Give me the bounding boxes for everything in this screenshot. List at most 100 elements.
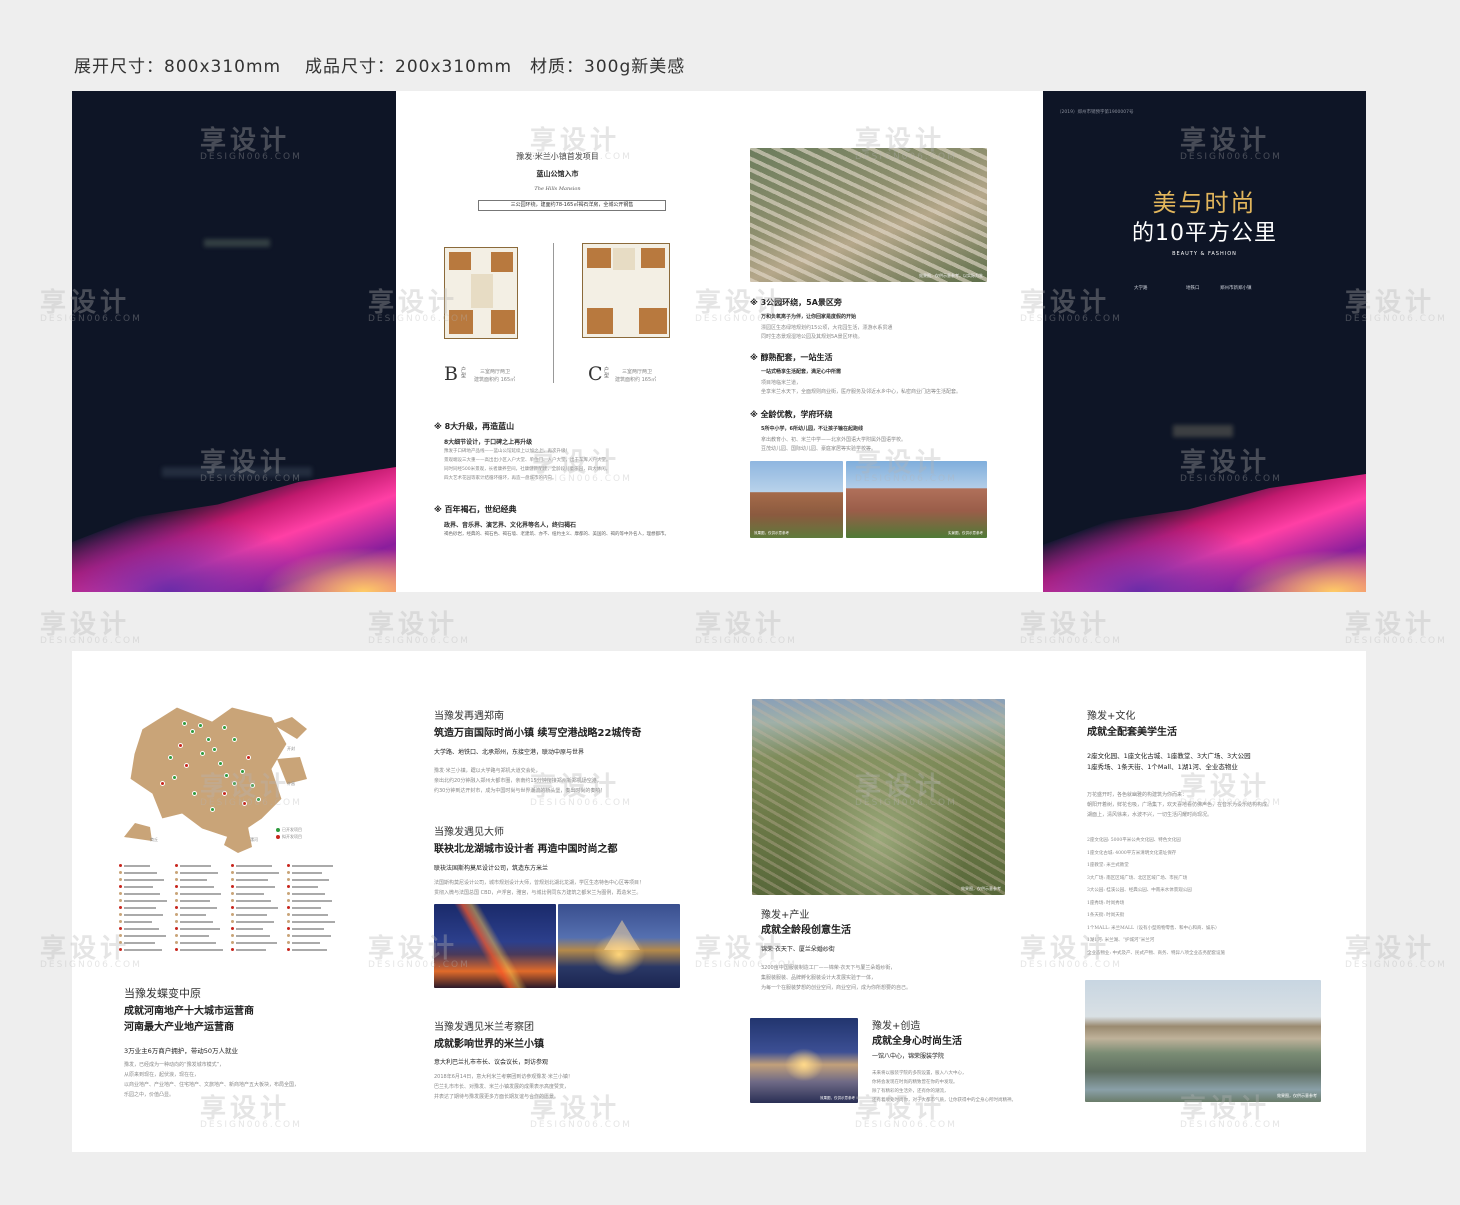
b2-s2-line1: 法国斯构莫尼设计公司，城市规划设计大师，曾规划北湖北龙湖，学区生态特色中心区等项… [434,880,645,886]
industry-panel: 效果图，仅供示意参考 豫发+产业 成就全龄段创意生活 锦荣·衣天下、厦兰朵婚纱街… [719,651,1043,1152]
project-list-entry [292,879,329,881]
project-list-dot [287,864,290,867]
project-list-dot [175,927,178,930]
legend-red-dot [276,835,280,839]
project-list-entry [292,928,324,930]
campus-photo-1: 效果图，仅供示意参考 [750,461,843,538]
map-dot-developed [172,775,177,780]
watermark-sub: DESIGN006.COM [855,474,957,484]
project-list-dot [175,871,178,874]
p3-sec1-title: ※ 3公园环绕，5A景区旁 [750,298,842,307]
project-list-entry [292,914,328,916]
project-list-entry [236,935,270,937]
project-list-dot [119,885,122,888]
plan-b-letter: B [444,363,458,385]
watermark-sub: DESIGN006.COM [530,798,632,808]
project-list-dot [175,892,178,895]
louvre-photo [558,904,680,988]
b4-lead-1: 2座文化园、1座文化古城、1座教堂、3大广场、3大公园 [1087,752,1251,760]
feather-art-cover [1043,474,1366,592]
b1-line2: 河南最大产业地产运营商 [124,1022,234,1033]
watermark-sub: DESIGN006.COM [1020,314,1122,324]
b4-item: 2座文化园: 5000平米公共文化园、特色文化园 [1087,838,1181,843]
project-list-entry [180,935,209,937]
watermark-sub: DESIGN006.COM [200,798,302,808]
b3-s2-line1: 未来将以服装学院的多院设置，服入八大中心， [872,1071,967,1076]
b2-s1-line1: 豫发·米兰小镇，踞以大学路与郑机大道交会处， [434,768,541,774]
cover-meta-2: 地铁口 [1186,286,1200,291]
plan-c-type: 户型 [604,367,610,379]
b2-s1-title: 当豫发再遇郑南 [434,711,504,722]
map-dot-developed [198,723,203,728]
cover-meta-3: 郑州市新郑小镇 [1220,286,1252,291]
b4-item: 1个MALL: 米兰MALL（设有小型购物零售、和中心和商、娱乐） [1087,925,1220,931]
watermark-sub: DESIGN006.COM [40,960,142,970]
project-list-entry [292,935,331,937]
map-dot-planned [222,791,227,796]
watermark-sub: DESIGN006.COM [855,1120,957,1130]
map-dot-developed [206,737,211,742]
top-sheet: 豫发·米兰小镇首发项目 蓝山公馆入市 The Hills Mansion 三公园… [72,91,1366,592]
project-list-entry [292,949,327,951]
map-dot-developed [222,725,227,730]
watermark-sub: DESIGN006.COM [530,1120,632,1130]
project-list-dot [119,878,122,881]
plaza-night-photo: 效果图，仅供示意参考 [750,1018,858,1103]
project-list-entry [236,928,263,930]
project-list-dot [287,878,290,881]
b2-s3-line1: 2018年6月14日，意大利米兰考察团到访参观豫发·米兰小镇！ [434,1074,573,1080]
project-list-dot [119,934,122,937]
project-list-entry [236,907,278,909]
project-list-dot [119,871,122,874]
project-list-dot [287,913,290,916]
watermark-sub: DESIGN006.COM [368,636,470,646]
project-list-entry [124,872,157,874]
project-list-dot [175,878,178,881]
project-list-dot [287,948,290,951]
project-list-entry [124,893,160,895]
project-list-dot [287,941,290,944]
project-list-entry [236,886,275,888]
lakeside-caption: 效果图，仅供示意参考 [1277,1093,1317,1098]
project-list-dot [231,899,234,902]
lakeside-town-photo: 效果图，仅供示意参考 [1085,980,1321,1102]
project-list-dot [287,899,290,902]
project-list-dot [119,864,122,867]
project-list-dot [119,927,122,930]
plan-b-area: 建筑面积约 165㎡ [474,377,516,383]
environment-panel: 效果图，仅供示意参考，以实际为准 ※ 3公园环绕，5A景区旁 万和负氧离子为伴，… [719,91,1043,592]
watermark-sub: DESIGN006.COM [1180,152,1282,162]
b4-title: 豫发+文化 [1087,711,1136,722]
project-list-entry [124,928,159,930]
b2-s2-sub: 联袂北龙湖城市设计者 再造中国时尚之都 [434,844,618,855]
p2-sec2-body: 褐色砂岩，经典的、褐石色、褐石墙、老建筑、亦不、纽约主义、摩都的、美国的、褐的等… [444,532,669,537]
plan-c-area: 建筑面积约 165㎡ [615,377,657,383]
project-list-entry [180,914,206,916]
b2-s2-lead: 联袂法国斯构莫尼设计公司，筑造东方米兰 [434,865,549,872]
b2-s3-sub: 成就影响世界的米兰小镇 [434,1039,544,1050]
project-list-dot [175,913,178,916]
project-list-dot [231,885,234,888]
b2-s3-line3: 并表达了期待与豫发展更多方面长期友谊与合作的愿景。 [434,1094,560,1100]
project-list-entry [124,949,162,951]
watermark-sub: DESIGN006.COM [368,960,470,970]
map-dot-planned [184,763,189,768]
project-list-dot [175,906,178,909]
map-dot-developed [200,751,205,756]
map-dot-developed [232,781,237,786]
b3-s1-lead: 锦荣·衣天下、厦兰朵婚纱街 [761,946,835,953]
p3-sec3-lead: 5所中小学，6所幼儿园，不让孩子输在起跑线 [761,426,863,432]
b1-body-4: 乐园之中，价值凸显。 [124,1092,175,1098]
watermark-sub: DESIGN006.COM [530,152,632,162]
project-list-entry [124,942,155,944]
project-list-dot [287,871,290,874]
project-list-entry [236,942,277,944]
project-list-dot [119,899,122,902]
p2-sec1-line: 景观端设三大重——高出出小区入户大堂、单位门、入户大堂，出于车库入户大堂。 [444,458,611,463]
spec-expand-size: 展开尺寸：800x310mm [74,57,282,77]
map-dot-developed [182,721,187,726]
project-list-entry [180,949,223,951]
project-list-dot [231,934,234,937]
p3-sec3-title: ※ 全龄优教，学府环绕 [750,410,833,419]
project-list-dot [175,934,178,937]
